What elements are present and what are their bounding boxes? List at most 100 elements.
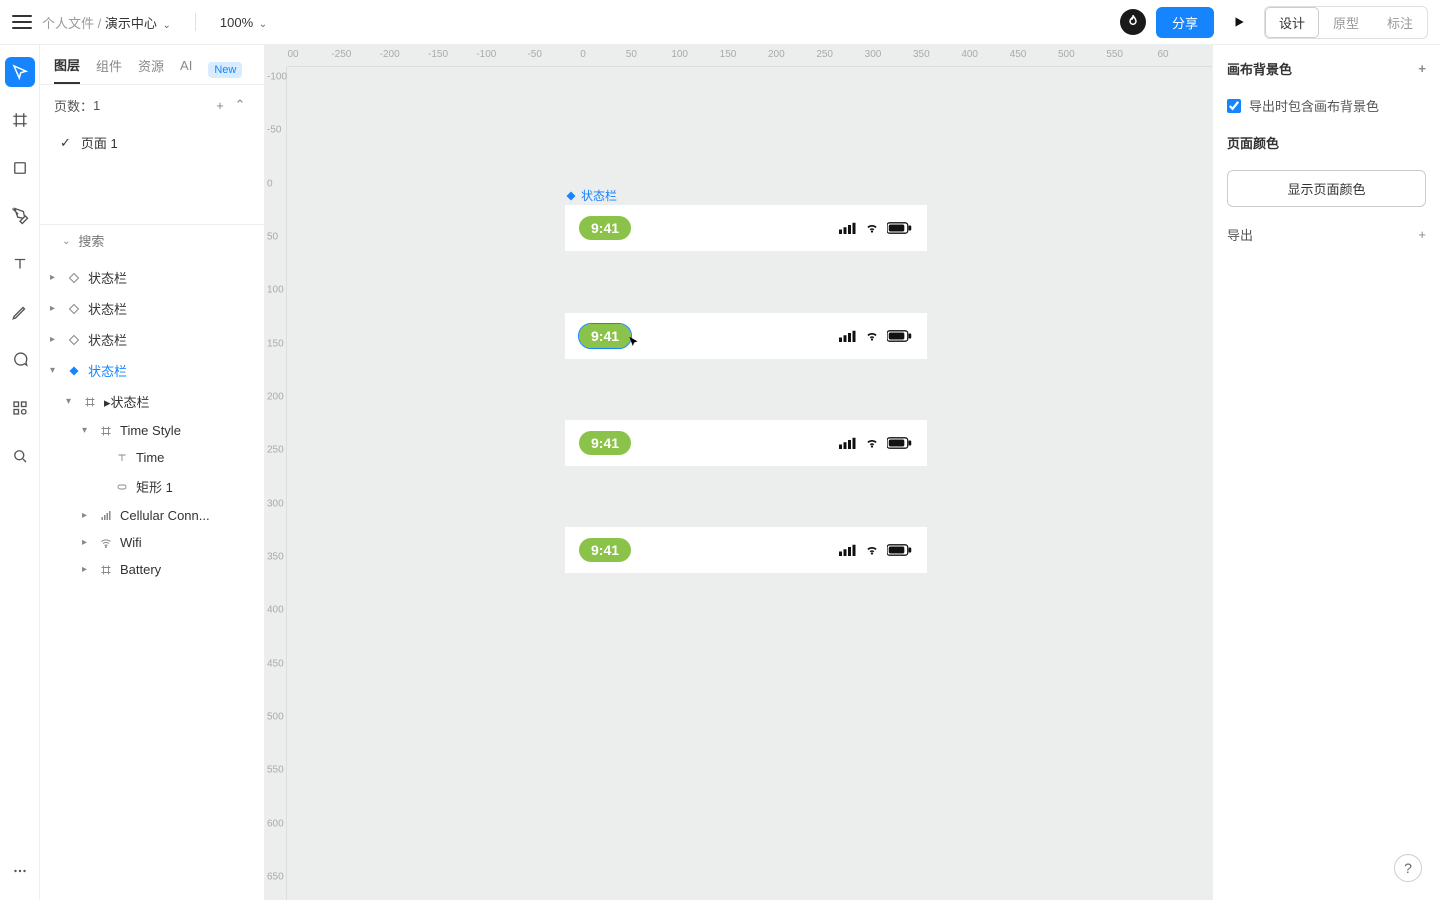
instance-icon bbox=[66, 334, 82, 346]
help-button[interactable]: ? bbox=[1394, 854, 1422, 882]
caret-icon[interactable]: ▸ bbox=[82, 510, 92, 521]
play-button[interactable] bbox=[1224, 7, 1254, 37]
pages-row: 页数： 1 + ⌃ bbox=[40, 84, 264, 125]
time-pill[interactable]: 9:41 bbox=[579, 216, 631, 240]
time-pill[interactable]: 9:41 bbox=[579, 538, 631, 562]
tab-annotate[interactable]: 标注 bbox=[1373, 7, 1427, 38]
layer-row-frame[interactable]: ▾ ▸状态栏 bbox=[40, 386, 264, 417]
caret-icon[interactable]: ▸ bbox=[82, 564, 92, 575]
export-bg-checkbox-row[interactable]: 导出时包含画布背景色 bbox=[1227, 96, 1426, 115]
layer-row-component-instance[interactable]: ▸ 状态栏 bbox=[40, 262, 264, 293]
caret-icon[interactable]: ▸ bbox=[50, 303, 60, 314]
tab-layers[interactable]: 图层 bbox=[54, 55, 80, 84]
find-tool[interactable] bbox=[5, 441, 35, 471]
canvas[interactable]: 00-250-200-150-100-500501001502002503003… bbox=[265, 45, 1212, 900]
battery-icon bbox=[887, 329, 913, 343]
rect-icon bbox=[114, 481, 130, 493]
layer-row-master-component[interactable]: ▾ 状态栏 bbox=[40, 355, 264, 386]
add-page-button[interactable]: + bbox=[210, 95, 230, 115]
new-badge: New bbox=[208, 62, 242, 78]
tab-design[interactable]: 设计 bbox=[1265, 7, 1319, 38]
caret-icon[interactable]: ▸ bbox=[82, 537, 92, 548]
export-bg-checkbox[interactable] bbox=[1227, 99, 1241, 113]
collapse-pages-button[interactable]: ⌃ bbox=[230, 95, 250, 115]
caret-icon[interactable]: ▸ bbox=[50, 272, 60, 283]
layer-label: Cellular Conn... bbox=[120, 508, 210, 523]
menu-icon[interactable] bbox=[12, 12, 32, 32]
layer-row-component-instance[interactable]: ▸ 状态栏 bbox=[40, 324, 264, 355]
chevron-down-icon: ⌄ bbox=[259, 19, 267, 30]
instance-icon bbox=[66, 303, 82, 315]
export-bg-label: 导出时包含画布背景色 bbox=[1249, 96, 1379, 115]
tab-components[interactable]: 组件 bbox=[96, 56, 122, 83]
section-title-text: 画布背景色 bbox=[1227, 59, 1292, 78]
plugins-tool[interactable] bbox=[5, 393, 35, 423]
signal-icon bbox=[839, 544, 857, 556]
more-menu[interactable] bbox=[5, 856, 35, 886]
caret-icon[interactable]: ▸ bbox=[50, 334, 60, 345]
wifi-icon bbox=[863, 329, 881, 343]
frame-tool[interactable] bbox=[5, 105, 35, 135]
zoom-select[interactable]: 100% ⌄ bbox=[220, 15, 267, 30]
layer-label: Time bbox=[136, 450, 164, 465]
signal-icon bbox=[839, 222, 857, 234]
layer-row-group[interactable]: ▸ Wifi bbox=[40, 529, 264, 556]
time-pill[interactable]: 9:41 bbox=[579, 324, 631, 348]
wifi-icon bbox=[863, 221, 881, 235]
tab-resources[interactable]: 资源 bbox=[138, 56, 164, 83]
breadcrumb-leaf: 演示中心 bbox=[105, 16, 157, 31]
caret-icon[interactable]: ▾ bbox=[50, 365, 60, 376]
status-bar-frame[interactable]: 9:41 bbox=[565, 313, 927, 359]
comment-tool[interactable] bbox=[5, 345, 35, 375]
layer-row-rect[interactable]: 矩形 1 bbox=[40, 471, 264, 502]
page-color-title: 页面颜色 bbox=[1227, 133, 1426, 152]
check-icon: ✓ bbox=[60, 135, 71, 151]
wifi-icon bbox=[863, 436, 881, 450]
status-icons bbox=[839, 543, 913, 557]
layer-label: 状态栏 bbox=[88, 361, 127, 380]
left-panel-tabs: 图层 组件 资源 AI New bbox=[40, 45, 264, 84]
status-bar-frame[interactable]: 9:41 bbox=[565, 205, 927, 251]
add-export-button[interactable]: + bbox=[1418, 227, 1426, 242]
page-label: 页面 1 bbox=[81, 133, 118, 152]
layer-label: 状态栏 bbox=[88, 299, 127, 318]
search-input[interactable] bbox=[78, 234, 254, 249]
caret-icon[interactable]: ▾ bbox=[82, 425, 92, 436]
show-page-color-button[interactable]: 显示页面颜色 bbox=[1227, 170, 1426, 207]
text-tool[interactable] bbox=[5, 249, 35, 279]
tab-prototype[interactable]: 原型 bbox=[1319, 7, 1373, 38]
page-item[interactable]: ✓ 页面 1 bbox=[40, 125, 264, 160]
pencil-tool[interactable] bbox=[5, 297, 35, 327]
layer-row-group[interactable]: ▸ Battery bbox=[40, 556, 264, 583]
wifi-icon bbox=[98, 537, 114, 549]
canvas-inner[interactable]: 状态栏 9:41 9:41 bbox=[287, 67, 1212, 900]
selected-frame-label[interactable]: 状态栏 bbox=[565, 187, 617, 204]
caret-icon[interactable]: ▾ bbox=[66, 396, 76, 407]
frame-label-text: 状态栏 bbox=[581, 187, 617, 204]
pen-tool[interactable] bbox=[5, 201, 35, 231]
add-bg-button[interactable]: + bbox=[1418, 61, 1426, 76]
layer-row-text[interactable]: Time bbox=[40, 444, 264, 471]
topbar-right: 分享 设计 原型 标注 bbox=[1120, 6, 1428, 39]
topbar: 个人文件 / 演示中心 ⌄ 100% ⌄ 分享 设计 原型 标注 bbox=[0, 0, 1440, 45]
layer-row-frame[interactable]: ▾ Time Style bbox=[40, 417, 264, 444]
layer-label: 状态栏 bbox=[88, 330, 127, 349]
time-pill[interactable]: 9:41 bbox=[579, 431, 631, 455]
breadcrumb[interactable]: 个人文件 / 演示中心 ⌄ bbox=[42, 13, 171, 32]
status-icons bbox=[839, 329, 913, 343]
tab-ai[interactable]: AI bbox=[180, 58, 192, 81]
move-tool[interactable] bbox=[5, 57, 35, 87]
signal-icon bbox=[98, 510, 114, 522]
fire-badge-icon[interactable] bbox=[1120, 9, 1146, 35]
share-button[interactable]: 分享 bbox=[1156, 7, 1214, 38]
status-bar-frame[interactable]: 9:41 bbox=[565, 527, 927, 573]
status-bar-frame[interactable]: 9:41 bbox=[565, 420, 927, 466]
layer-row-group[interactable]: ▸ Cellular Conn... bbox=[40, 502, 264, 529]
layer-row-component-instance[interactable]: ▸ 状态栏 bbox=[40, 293, 264, 324]
left-panel: 图层 组件 资源 AI New 页数： 1 + ⌃ ✓ 页面 1 ⌄ bbox=[40, 45, 265, 900]
rectangle-tool[interactable] bbox=[5, 153, 35, 183]
instance-icon bbox=[66, 272, 82, 284]
status-icons bbox=[839, 436, 913, 450]
layer-label: 状态栏 bbox=[88, 268, 127, 287]
chevron-down-icon[interactable]: ⌄ bbox=[62, 236, 70, 247]
